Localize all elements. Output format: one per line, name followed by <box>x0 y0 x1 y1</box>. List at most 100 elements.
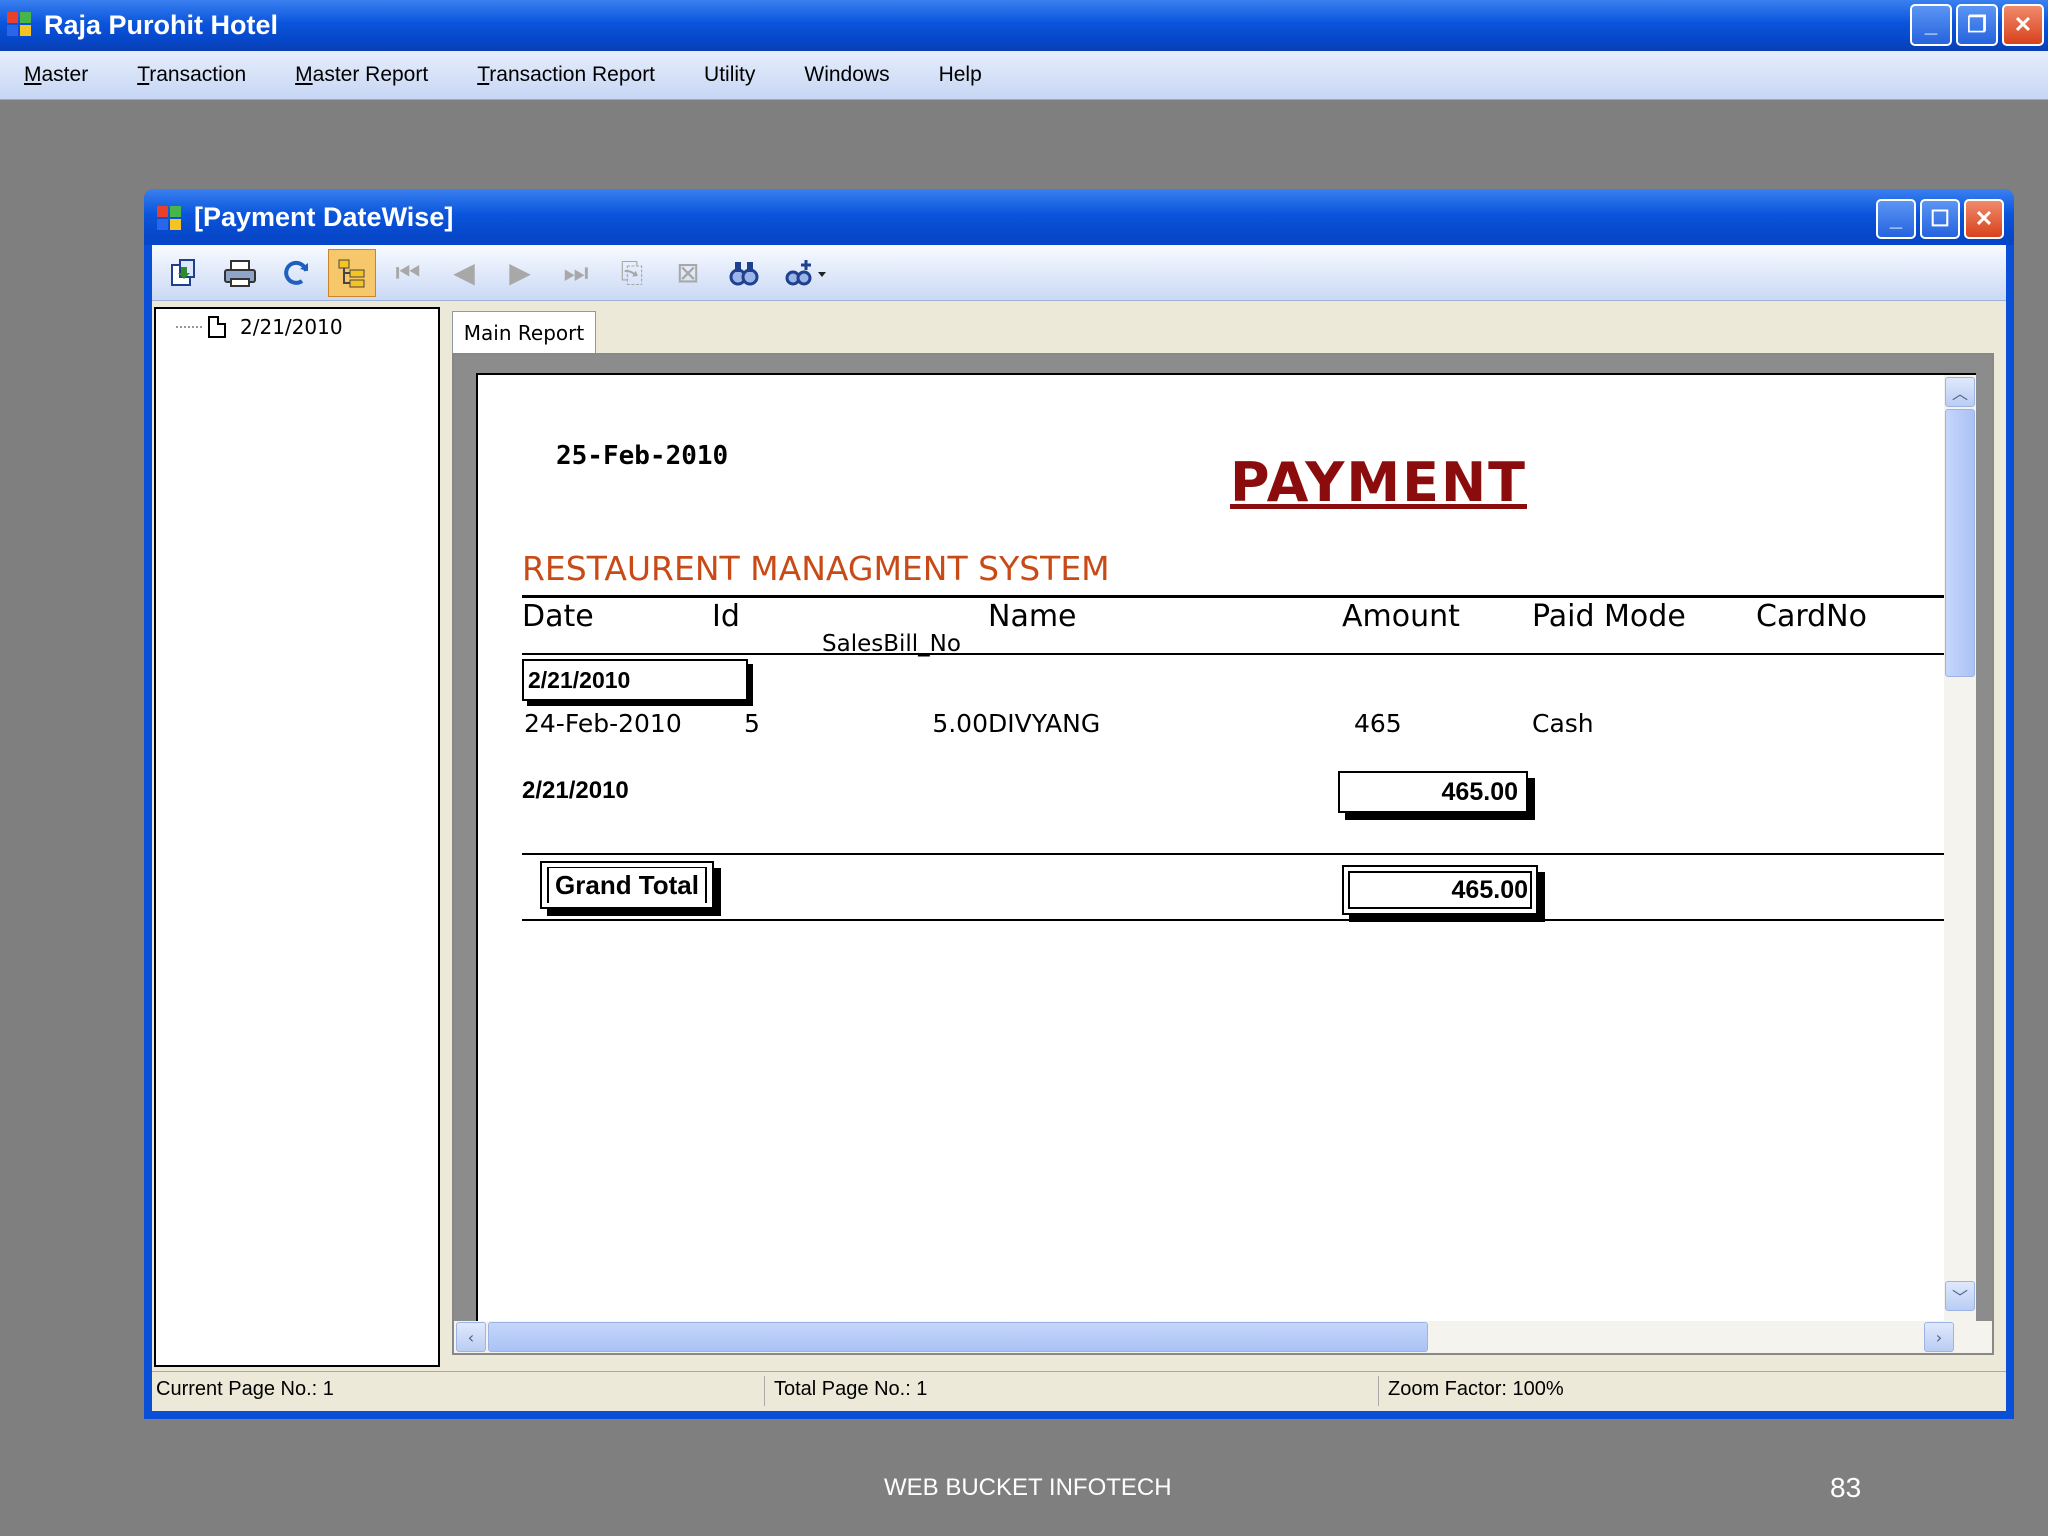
chevron-down-icon: ﹀ <box>1951 1288 1968 1307</box>
row-salesbill: 5.00 <box>932 709 988 738</box>
child-window-icon <box>157 206 181 230</box>
vertical-scroll-thumb[interactable] <box>1945 409 1975 677</box>
chevron-left-icon: ‹ <box>467 1327 475 1347</box>
group-total: 465.00 <box>1338 771 1528 813</box>
payment-datewise-window: [Payment DateWise] _ ☐ ✕ ⏮ ◀ ▶ ⏭ ⎘ ⊠ 2/2… <box>144 189 2014 1419</box>
last-page-button[interactable]: ⏭ <box>552 249 600 297</box>
minimize-icon: _ <box>1889 206 1903 231</box>
horizontal-scroll-thumb[interactable] <box>488 1322 1428 1352</box>
child-title: [Payment DateWise] <box>194 201 454 232</box>
report-subtitle: RESTAURENT MANAGMENT SYSTEM <box>522 549 1110 588</box>
app-title: Raja Purohit Hotel <box>44 10 279 40</box>
report-print-date: 25-Feb-2010 <box>556 441 729 471</box>
previous-page-button[interactable]: ◀ <box>440 249 488 297</box>
next-page-button[interactable]: ▶ <box>496 249 544 297</box>
chevron-right-icon: › <box>1935 1327 1943 1347</box>
first-page-button[interactable]: ⏮ <box>384 249 432 297</box>
scroll-right-button[interactable]: › <box>1924 1322 1954 1352</box>
menu-bar: Master Transaction Master Report Transac… <box>0 51 2048 100</box>
refresh-icon <box>284 260 308 285</box>
refresh-button[interactable] <box>272 249 320 297</box>
search-button[interactable] <box>720 249 768 297</box>
grand-total: 465.00 <box>1342 865 1538 915</box>
header-top-rule <box>522 595 1976 598</box>
status-separator <box>1378 1376 1379 1406</box>
status-bar: Current Page No.: 1 Total Page No.: 1 Zo… <box>152 1371 2006 1411</box>
group-footer-label: 2/21/2010 <box>522 777 629 804</box>
header-bottom-rule <box>522 653 1976 655</box>
report-viewer: ⏮ ◀ ▶ ⏭ ⎘ ⊠ 2/21/2010 Main Report 25-Feb… <box>152 245 2006 1411</box>
maximize-icon: ☐ <box>1930 206 1950 231</box>
row-amount: 465 <box>1354 709 1402 738</box>
row-date: 24-Feb-2010 <box>524 709 682 738</box>
tree-node-label: 2/21/2010 <box>240 315 343 339</box>
col-amount-header: Amount <box>1342 599 1460 634</box>
grand-total-label-box: Grand Total <box>540 861 714 909</box>
group-tree-toggle[interactable] <box>328 248 376 297</box>
child-close-button[interactable]: ✕ <box>1964 199 2004 239</box>
tree-node[interactable]: 2/21/2010 <box>176 315 343 339</box>
close-icon: ✕ <box>1974 206 1994 231</box>
grand-total-top-rule <box>522 853 1976 855</box>
goto-page-button[interactable]: ⎘ <box>608 249 656 297</box>
grand-total-label: Grand Total <box>547 865 707 905</box>
document-icon <box>208 316 226 338</box>
first-page-icon: ⏮ <box>395 255 421 289</box>
minimize-button[interactable]: _ <box>1910 4 1952 46</box>
minimize-icon: _ <box>1924 12 1938 37</box>
app-title-bar[interactable]: Raja Purohit Hotel _ ❐ ✕ <box>0 0 2048 51</box>
col-cardno-header: CardNo <box>1756 599 1867 634</box>
col-name-header: Name <box>988 599 1077 634</box>
row-paid-mode: Cash <box>1532 709 1594 738</box>
export-icon <box>171 258 195 286</box>
scroll-up-button[interactable]: ︿ <box>1945 377 1975 407</box>
child-title-bar[interactable]: [Payment DateWise] _ ☐ ✕ <box>144 189 2014 245</box>
restore-button[interactable]: ❐ <box>1956 4 1998 46</box>
search-icon <box>729 261 759 285</box>
restore-icon: ❐ <box>1967 12 1987 37</box>
status-total-page: Total Page No.: 1 <box>774 1378 928 1400</box>
group-tree-panel: 2/21/2010 <box>154 307 440 1367</box>
grand-total-bottom-rule <box>522 919 1976 921</box>
menu-transaction[interactable]: Transaction <box>131 63 252 87</box>
menu-windows[interactable]: Windows <box>798 63 895 87</box>
app-window-icon <box>7 12 31 36</box>
stop-button[interactable]: ⊠ <box>664 249 712 297</box>
export-button[interactable] <box>160 249 208 297</box>
close-button[interactable]: ✕ <box>2002 4 2044 46</box>
scroll-left-button[interactable]: ‹ <box>456 1322 486 1352</box>
report-viewport: 25-Feb-2010 PAYMENT RESTAURENT MANAGMENT… <box>452 353 1994 1355</box>
previous-page-icon: ◀ <box>453 256 475 289</box>
slide-page-number: 83 <box>1830 1472 1862 1503</box>
report-title: PAYMENT <box>1230 451 1527 514</box>
tree-connector <box>176 326 202 328</box>
tab-main-report[interactable]: Main Report <box>452 311 596 353</box>
col-id-header: Id <box>712 599 740 634</box>
menu-utility[interactable]: Utility <box>698 63 761 87</box>
chevron-up-icon: ︿ <box>1951 384 1968 403</box>
child-minimize-button[interactable]: _ <box>1876 199 1916 239</box>
print-icon <box>224 259 256 287</box>
scroll-down-button[interactable]: ﹀ <box>1945 1281 1975 1311</box>
vertical-scrollbar[interactable]: ︿ ﹀ <box>1944 375 1976 1333</box>
group-header: 2/21/2010 <box>522 659 748 701</box>
next-page-icon: ▶ <box>509 256 531 289</box>
status-current-page: Current Page No.: 1 <box>156 1378 334 1400</box>
close-icon: ✕ <box>2013 12 2033 37</box>
status-separator <box>764 1376 765 1406</box>
menu-master-report[interactable]: Master Report <box>289 63 434 87</box>
horizontal-scrollbar[interactable]: ‹ › <box>454 1321 1992 1353</box>
stop-icon: ⊠ <box>676 256 700 289</box>
menu-master[interactable]: Master <box>18 63 94 87</box>
last-page-icon: ⏭ <box>563 255 589 289</box>
menu-transaction-report[interactable]: Transaction Report <box>471 63 661 87</box>
menu-help[interactable]: Help <box>933 63 988 87</box>
row-id: 5 <box>744 709 760 738</box>
row-name: DIVYANG <box>988 709 1101 738</box>
zoom-button[interactable] <box>776 249 836 297</box>
print-button[interactable] <box>216 249 264 297</box>
child-maximize-button[interactable]: ☐ <box>1920 199 1960 239</box>
col-paid-mode-header: Paid Mode <box>1532 599 1686 634</box>
col-date-header: Date <box>522 599 594 634</box>
slide-footer: WEB BUCKET INFOTECH <box>884 1474 1172 1501</box>
